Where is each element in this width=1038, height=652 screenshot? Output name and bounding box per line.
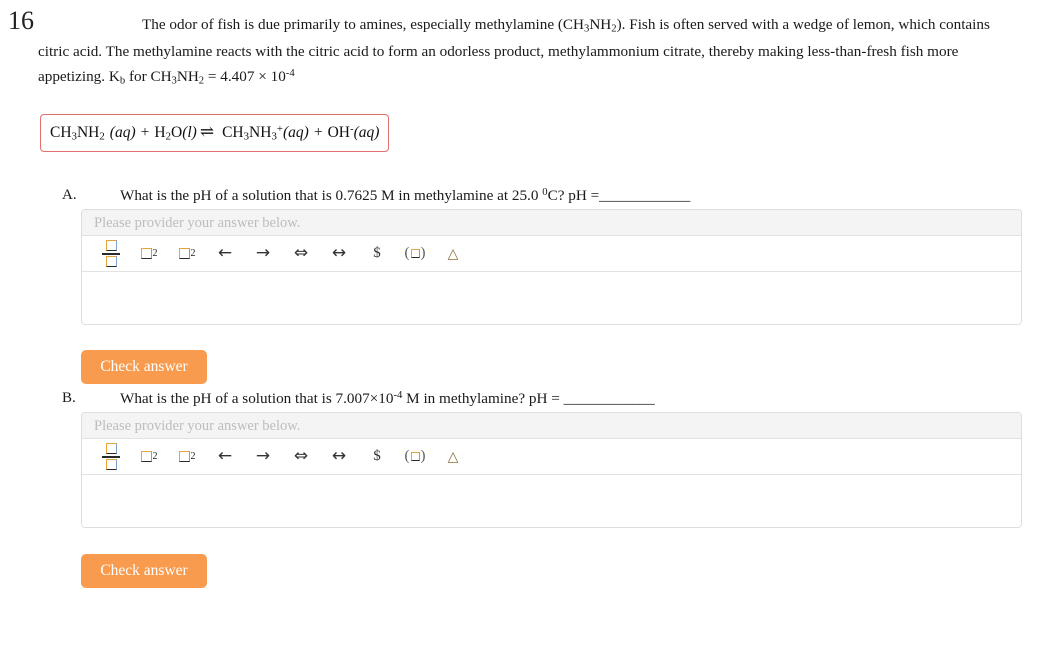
editor-a-input-area[interactable]: [82, 272, 1021, 324]
subscript-icon[interactable]: 2: [168, 238, 206, 270]
parentheses-icon[interactable]: (): [396, 238, 434, 270]
part-b-letter: B.: [62, 390, 76, 406]
arrow-right-icon[interactable]: →: [244, 238, 282, 270]
stem-text-part1: The odor of fish is due primarily to ami…: [142, 16, 585, 33]
check-answer-button-b[interactable]: Check answer: [81, 554, 207, 588]
delta-triangle-icon[interactable]: △: [434, 441, 472, 473]
check-answer-button-a[interactable]: Check answer: [81, 350, 207, 384]
delta-triangle-icon[interactable]: △: [434, 238, 472, 270]
part-a-question: What is the pH of a solution that is 0.7…: [120, 187, 690, 205]
bidirectional-arrow-icon[interactable]: ↔: [320, 441, 358, 473]
part-a-answer-blank: ____________: [599, 187, 691, 204]
eq-product-1-state: (aq): [282, 123, 309, 141]
editor-b-input-area[interactable]: [82, 475, 1021, 527]
subscript-icon[interactable]: 2: [168, 441, 206, 473]
stem-text-equals: = 4.407 × 10: [204, 67, 286, 85]
question-number: 16: [8, 6, 34, 35]
eq-reactant-1: CH3NH2: [50, 123, 105, 143]
eq-product-2: OH-: [327, 123, 354, 141]
equilibrium-arrow-icon: ⇌: [199, 121, 215, 141]
fraction-icon[interactable]: [92, 441, 130, 473]
editor-b-toolbar[interactable]: 2 2 ← → ⇔ ↔ $ () △: [82, 439, 1021, 475]
dollar-icon[interactable]: $: [358, 441, 396, 473]
chemical-equation-box: CH3NH2 (aq) + H2O(l) ⇌ CH3NH3+(aq) + OH-(aq): [40, 114, 390, 153]
part-a-letter: A.: [62, 187, 77, 203]
part-b-exponent: -4: [393, 390, 403, 402]
kb-exponent: -4: [285, 67, 295, 79]
fraction-icon[interactable]: [92, 238, 130, 270]
eq-plus-2: +: [313, 123, 323, 141]
double-arrow-icon[interactable]: ⇔: [282, 441, 320, 473]
parentheses-icon[interactable]: (): [396, 441, 434, 473]
part-b-question-pre: What is the pH of a solution that is 7.0…: [120, 390, 394, 407]
stem-text-for: for CH: [125, 67, 172, 85]
superscript-icon[interactable]: 2: [130, 441, 168, 473]
part-b-answer-blank: ____________: [563, 390, 655, 407]
part-a-question-post: C? pH =: [547, 187, 600, 204]
problem-statement: The odor of fish is due primarily to ami…: [38, 14, 1010, 92]
superscript-icon[interactable]: 2: [130, 238, 168, 270]
editor-a-placeholder: Please provider your answer below.: [82, 210, 1021, 236]
answer-editor-b[interactable]: Please provider your answer below. 2 2 ←…: [81, 412, 1022, 528]
eq-reactant-2: H2O: [154, 123, 183, 143]
eq-plus-1: +: [140, 123, 150, 141]
eq-reactant-2-state: (l): [182, 123, 197, 141]
part-a-question-pre: What is the pH of a solution that is 0.7…: [120, 187, 543, 204]
dollar-icon[interactable]: $: [358, 238, 396, 270]
eq-product-1: CH3NH3+: [222, 123, 283, 143]
double-arrow-icon[interactable]: ⇔: [282, 238, 320, 270]
bidirectional-arrow-icon[interactable]: ↔: [320, 238, 358, 270]
part-b-question: What is the pH of a solution that is 7.0…: [120, 390, 655, 408]
arrow-right-icon[interactable]: →: [244, 441, 282, 473]
stem-text-nh2: NH: [176, 67, 199, 85]
arrow-left-icon[interactable]: ←: [206, 238, 244, 270]
editor-b-placeholder: Please provider your answer below.: [82, 413, 1021, 439]
editor-a-toolbar[interactable]: 2 2 ← → ⇔ ↔ $ () △: [82, 236, 1021, 272]
stem-text-nh: NH: [589, 16, 612, 33]
arrow-left-icon[interactable]: ←: [206, 441, 244, 473]
part-b-question-post: M in methylamine? pH =: [402, 390, 564, 407]
eq-product-2-state: (aq): [353, 123, 380, 141]
answer-editor-a[interactable]: Please provider your answer below. 2 2 ←…: [81, 209, 1022, 325]
eq-reactant-1-state: (aq): [109, 123, 136, 141]
